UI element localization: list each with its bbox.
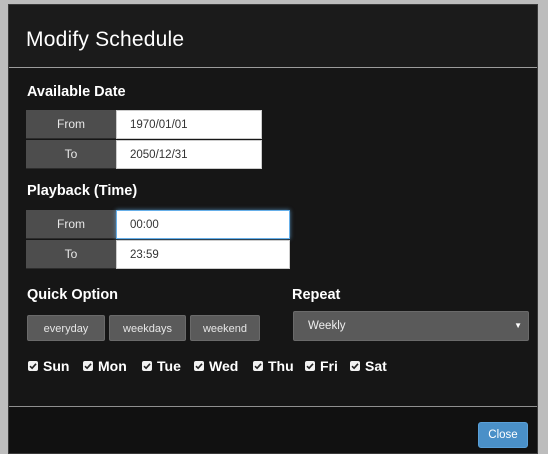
modify-schedule-dialog: Modify Schedule Available Date From To P…: [8, 4, 538, 454]
checkbox-checked-icon: [350, 361, 360, 371]
day-label: Sat: [365, 358, 387, 374]
weekdays-button[interactable]: weekdays: [109, 315, 186, 341]
day-checkbox-wed[interactable]: Wed: [194, 358, 238, 374]
day-checkbox-thu[interactable]: Thu: [253, 358, 294, 374]
checkbox-checked-icon: [194, 361, 204, 371]
dialog-footer: [9, 407, 537, 453]
playback-time-to-input[interactable]: [116, 240, 290, 269]
day-checkbox-mon[interactable]: Mon: [83, 358, 127, 374]
available-date-heading: Available Date: [27, 84, 126, 100]
day-checkbox-fri[interactable]: Fri: [305, 358, 338, 374]
repeat-selected-value: Weekly: [308, 320, 346, 332]
available-date-to-label: To: [26, 140, 116, 169]
playback-time-from-label: From: [26, 210, 116, 239]
dialog-title: Modify Schedule: [26, 28, 185, 51]
repeat-heading: Repeat: [292, 287, 341, 303]
close-button[interactable]: Close: [478, 422, 528, 448]
available-date-from-label: From: [26, 110, 116, 139]
day-label: Sun: [43, 358, 70, 374]
day-label: Thu: [268, 358, 294, 374]
day-label: Fri: [320, 358, 338, 374]
checkbox-checked-icon: [28, 361, 38, 371]
caret-down-icon: ▼: [514, 321, 522, 330]
day-label: Mon: [98, 358, 127, 374]
weekend-button[interactable]: weekend: [190, 315, 260, 341]
playback-time-heading: Playback (Time): [27, 183, 138, 199]
day-checkbox-tue[interactable]: Tue: [142, 358, 181, 374]
repeat-select[interactable]: Weekly ▼: [293, 311, 529, 341]
checkbox-checked-icon: [253, 361, 263, 371]
checkbox-checked-icon: [83, 361, 93, 371]
available-date-to-input[interactable]: [116, 140, 262, 169]
playback-time-from-input[interactable]: [116, 210, 290, 239]
day-label: Tue: [157, 358, 181, 374]
day-checkbox-sat[interactable]: Sat: [350, 358, 387, 374]
day-checkbox-sun[interactable]: Sun: [28, 358, 69, 374]
checkbox-checked-icon: [142, 361, 152, 371]
playback-time-to-label: To: [26, 240, 116, 269]
available-date-from-input[interactable]: [116, 110, 262, 139]
quick-option-heading: Quick Option: [27, 287, 119, 303]
day-label: Wed: [209, 358, 239, 374]
checkbox-checked-icon: [305, 361, 315, 371]
everyday-button[interactable]: everyday: [27, 315, 105, 341]
dialog-header: Modify Schedule: [9, 5, 537, 68]
